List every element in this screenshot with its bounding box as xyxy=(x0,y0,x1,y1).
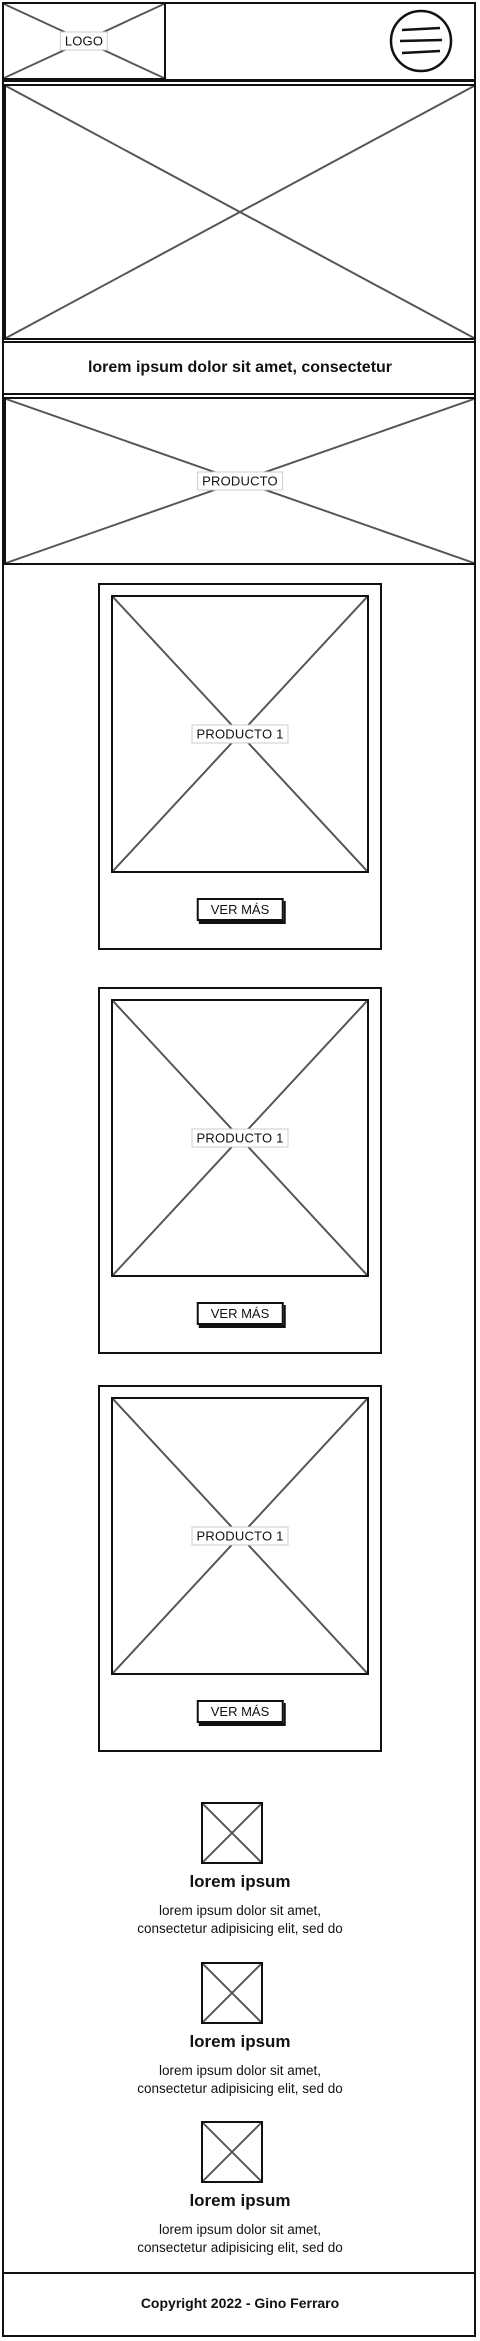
feature-description-line: consectetur adipisicing elit, sed do xyxy=(137,2240,343,2255)
feature-icon-placeholder xyxy=(201,1802,263,1864)
feature-title: lorem ipsum xyxy=(189,2191,291,2210)
product-label: PRODUCTO 1 xyxy=(191,1128,289,1148)
menu-button[interactable] xyxy=(388,8,454,74)
placeholder-cross-icon xyxy=(6,86,474,338)
feature-icon-placeholder xyxy=(201,1962,263,2024)
product-banner-placeholder[interactable]: PRODUCTO xyxy=(4,397,476,565)
logo-placeholder[interactable]: LOGO xyxy=(2,2,166,80)
feature-description-line: lorem ipsum dolor sit amet, xyxy=(158,2222,322,2237)
footer-copyright: Copyright 2022 - Gino Ferraro xyxy=(140,2295,340,2311)
tagline-text: lorem ipsum dolor sit amet, consectetur xyxy=(87,359,393,376)
placeholder-cross-icon xyxy=(203,2123,261,2181)
feature-description-line: consectetur adipisicing elit, sed do xyxy=(137,1921,343,1936)
product-image-placeholder[interactable]: PRODUCTO 1 xyxy=(111,595,369,873)
feature-description-line: consectetur adipisicing elit, sed do xyxy=(137,2081,343,2096)
hamburger-menu-icon xyxy=(389,9,453,73)
product-label: PRODUCTO 1 xyxy=(191,724,289,744)
feature-icon-placeholder xyxy=(201,2121,263,2183)
feature-title: lorem ipsum xyxy=(189,1872,291,1891)
feature-description: lorem ipsum dolor sit amet, consectetur … xyxy=(90,1902,390,1938)
feature-description-line: lorem ipsum dolor sit amet, xyxy=(158,2063,322,2078)
footer-divider xyxy=(2,2272,476,2274)
product-image-placeholder[interactable]: PRODUCTO 1 xyxy=(111,999,369,1277)
product-card: PRODUCTO 1 VER MÁS xyxy=(98,1385,382,1752)
placeholder-cross-icon xyxy=(203,1804,261,1862)
feature-description: lorem ipsum dolor sit amet, consectetur … xyxy=(90,2221,390,2257)
ver-mas-button[interactable]: VER MÁS xyxy=(196,898,284,921)
logo-label: LOGO xyxy=(59,31,109,51)
product-card: PRODUCTO 1 VER MÁS xyxy=(98,583,382,950)
placeholder-cross-icon xyxy=(203,1964,261,2022)
tagline-top-divider xyxy=(2,341,476,343)
header-divider xyxy=(2,79,476,82)
ver-mas-button[interactable]: VER MÁS xyxy=(196,1302,284,1325)
tagline-bottom-divider xyxy=(2,393,476,395)
ver-mas-button[interactable]: VER MÁS xyxy=(196,1700,284,1723)
feature-description: lorem ipsum dolor sit amet, consectetur … xyxy=(90,2062,390,2098)
product-card: PRODUCTO 1 VER MÁS xyxy=(98,987,382,1354)
hero-image-placeholder xyxy=(4,84,476,340)
feature-title: lorem ipsum xyxy=(189,2032,291,2051)
product-label: PRODUCTO 1 xyxy=(191,1526,289,1546)
feature-description-line: lorem ipsum dolor sit amet, xyxy=(158,1903,322,1918)
product-image-placeholder[interactable]: PRODUCTO 1 xyxy=(111,1397,369,1675)
product-banner-label: PRODUCTO xyxy=(197,471,283,491)
